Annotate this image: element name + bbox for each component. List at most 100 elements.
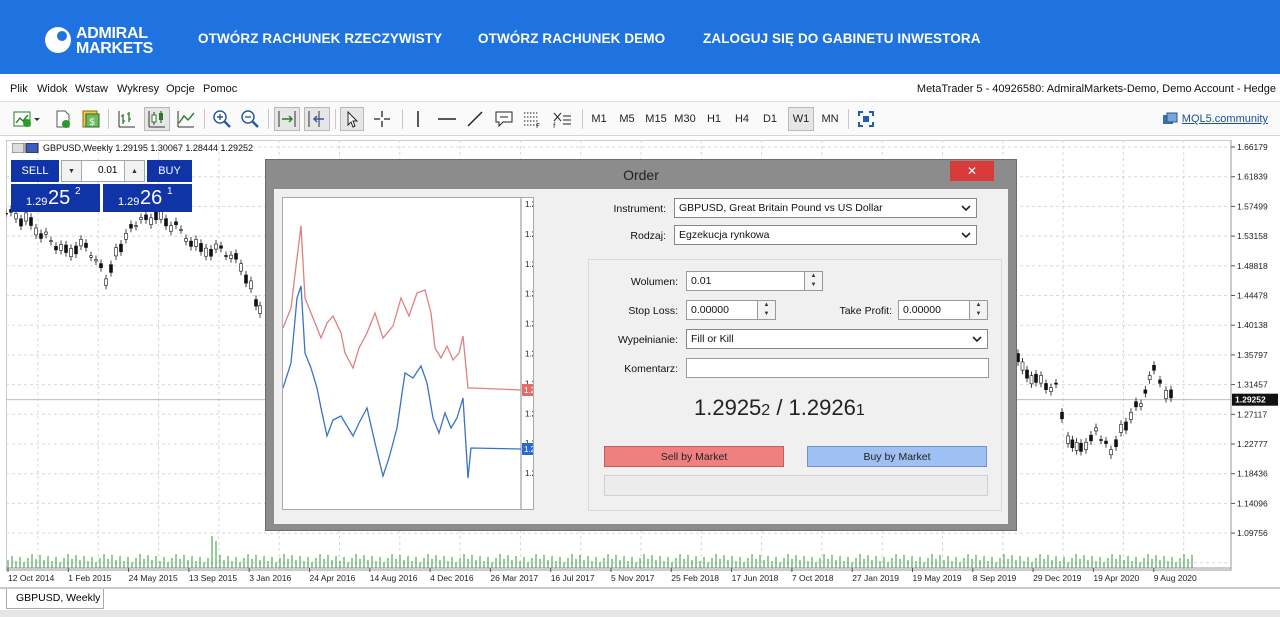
tick-price-label: 1.29281 bbox=[525, 260, 533, 269]
candle-body bbox=[49, 240, 53, 243]
volume-up-icon[interactable]: ▲ bbox=[805, 272, 822, 281]
date-label: 3 Jan 2016 bbox=[249, 573, 291, 583]
chevron-down-icon bbox=[972, 336, 982, 343]
take-profit-stepper[interactable]: ▲ ▼ bbox=[969, 301, 987, 319]
candle-body bbox=[39, 233, 43, 239]
volume-down-icon[interactable]: ▼ bbox=[805, 281, 822, 290]
open-demo-account-link[interactable]: OTWÓRZ RACHUNEK DEMO bbox=[478, 31, 665, 46]
take-profit-label: Take Profit: bbox=[839, 305, 892, 317]
fullscreen-button[interactable] bbox=[854, 107, 878, 131]
stop-loss-label: Stop Loss: bbox=[628, 305, 678, 317]
order-type-select[interactable]: Egzekucja rynkowa bbox=[674, 225, 977, 245]
market-watch-button[interactable]: $ bbox=[80, 107, 102, 131]
candle-body bbox=[239, 263, 243, 272]
fibonacci-button[interactable]: F bbox=[520, 107, 544, 131]
stop-loss-down-icon[interactable]: ▼ bbox=[758, 310, 775, 319]
window-title: MetaTrader 5 - 40926580: AdmiralMarkets-… bbox=[916, 83, 1276, 95]
zoom-in-button[interactable] bbox=[210, 107, 234, 131]
cursor-arrow-icon bbox=[347, 110, 359, 128]
timeframe-mn-button[interactable]: MN bbox=[818, 107, 842, 131]
buy-quote-prefix: 1.29 bbox=[118, 196, 140, 208]
text-label-button[interactable] bbox=[492, 107, 516, 131]
new-chart-button[interactable] bbox=[10, 107, 44, 131]
admiral-markets-logo[interactable]: ADMIRAL MARKETS bbox=[44, 24, 164, 58]
candle-body bbox=[69, 248, 73, 257]
take-profit-up-icon[interactable]: ▲ bbox=[970, 301, 987, 310]
take-profit-down-icon[interactable]: ▼ bbox=[970, 310, 987, 319]
one-click-sell-button[interactable]: SELL bbox=[11, 160, 59, 182]
menu-file[interactable]: Plik bbox=[10, 83, 28, 95]
candle-body bbox=[1099, 439, 1103, 441]
take-profit-input[interactable]: 0.00000 ▲ ▼ bbox=[898, 300, 988, 320]
mql5-community-link[interactable]: MQL5.community bbox=[1162, 112, 1268, 126]
timeframe-h4-button[interactable]: H4 bbox=[731, 107, 753, 131]
stop-loss-up-icon[interactable]: ▲ bbox=[758, 301, 775, 310]
vertical-line-button[interactable] bbox=[408, 107, 428, 131]
trendline-button[interactable] bbox=[464, 107, 486, 131]
timeframe-m15-button[interactable]: M15 bbox=[643, 107, 669, 131]
timeframe-m5-button[interactable]: M5 bbox=[616, 107, 638, 131]
timeframe-m30-button[interactable]: M30 bbox=[672, 107, 698, 131]
menu-insert[interactable]: Wstaw bbox=[75, 83, 108, 95]
comment-input[interactable] bbox=[686, 358, 989, 378]
candle-body bbox=[189, 240, 193, 247]
candle-body bbox=[258, 305, 262, 314]
menu-help[interactable]: Pomoc bbox=[203, 83, 237, 95]
filling-select[interactable]: Fill or Kill bbox=[686, 329, 988, 349]
close-icon[interactable]: ✕ bbox=[950, 161, 994, 181]
timeframe-w1-button[interactable]: W1 bbox=[788, 107, 814, 131]
menu-view[interactable]: Widok bbox=[37, 83, 68, 95]
cursor-button[interactable] bbox=[340, 107, 364, 131]
chart-shift-button[interactable] bbox=[304, 107, 330, 131]
candlestick-chart-button[interactable] bbox=[144, 107, 170, 131]
site-header: ADMIRAL MARKETS OTWÓRZ RACHUNEK RZECZYWI… bbox=[0, 0, 1280, 74]
candle-body bbox=[84, 242, 88, 248]
timeframe-d1-button[interactable]: D1 bbox=[759, 107, 781, 131]
lot-up-icon[interactable]: ▲ bbox=[124, 161, 144, 181]
volume-stepper[interactable]: ▲ ▼ bbox=[804, 272, 822, 290]
sell-by-market-button[interactable]: Sell by Market bbox=[604, 446, 784, 467]
chart-tab-gbpusd-weekly[interactable]: GBPUSD, Weekly bbox=[6, 589, 104, 609]
sell-quote[interactable]: 1.29 25 2 bbox=[11, 184, 100, 212]
bid-price-fraction: 2 bbox=[761, 402, 771, 419]
candle-body bbox=[1134, 401, 1138, 408]
zoom-out-button[interactable] bbox=[238, 107, 262, 131]
tick-bid-tag-label: 1.29252 bbox=[524, 445, 533, 454]
candle-body bbox=[79, 239, 83, 247]
open-file-button[interactable] bbox=[52, 107, 74, 131]
lot-size-field[interactable]: ▼ 0.01 ▲ bbox=[61, 160, 145, 182]
date-label: 13 Sep 2015 bbox=[189, 573, 237, 583]
crosshair-button[interactable] bbox=[370, 107, 394, 131]
candle-body bbox=[19, 218, 23, 227]
buy-by-market-button[interactable]: Buy by Market bbox=[807, 446, 987, 467]
price-level-label: 1.53158 bbox=[1237, 231, 1268, 241]
price-level-label: 1.18436 bbox=[1237, 469, 1268, 479]
tick-ask-tag-label: 1.29261 bbox=[524, 386, 533, 395]
candle-body bbox=[184, 238, 188, 242]
autoscroll-button[interactable] bbox=[274, 107, 300, 131]
instrument-select[interactable]: GBPUSD, Great Britain Pound vs US Dollar bbox=[674, 198, 977, 218]
menu-options[interactable]: Opcje bbox=[166, 83, 195, 95]
one-click-buy-button[interactable]: BUY bbox=[147, 160, 192, 182]
candle-body bbox=[224, 255, 228, 257]
indicators-button[interactable]: f bbox=[550, 107, 574, 131]
timeframe-m1-button[interactable]: M1 bbox=[588, 107, 610, 131]
open-real-account-link[interactable]: OTWÓRZ RACHUNEK RZECZYWISTY bbox=[198, 31, 442, 46]
stop-loss-input[interactable]: 0.00000 ▲ ▼ bbox=[686, 300, 776, 320]
menu-charts[interactable]: Wykresy bbox=[117, 83, 159, 95]
price-level-label: 1.48818 bbox=[1237, 261, 1268, 271]
candle-body bbox=[1049, 387, 1053, 392]
candle-body bbox=[1124, 421, 1128, 431]
chevron-down-icon bbox=[961, 205, 971, 212]
bar-chart-button[interactable] bbox=[115, 107, 139, 131]
line-chart-button[interactable] bbox=[174, 107, 198, 131]
stop-loss-stepper[interactable]: ▲ ▼ bbox=[757, 301, 775, 319]
chart-bottom-divider bbox=[0, 587, 1280, 589]
horizontal-line-button[interactable] bbox=[436, 107, 458, 131]
volume-input[interactable]: 0.01 ▲ ▼ bbox=[686, 271, 823, 291]
lot-down-icon[interactable]: ▼ bbox=[62, 161, 82, 181]
buy-quote[interactable]: 1.29 26 1 bbox=[103, 184, 192, 212]
investor-login-link[interactable]: ZALOGUJ SIĘ DO GABINETU INWESTORA bbox=[703, 31, 981, 46]
indicators-icon: f bbox=[553, 112, 571, 129]
timeframe-h1-button[interactable]: H1 bbox=[703, 107, 725, 131]
